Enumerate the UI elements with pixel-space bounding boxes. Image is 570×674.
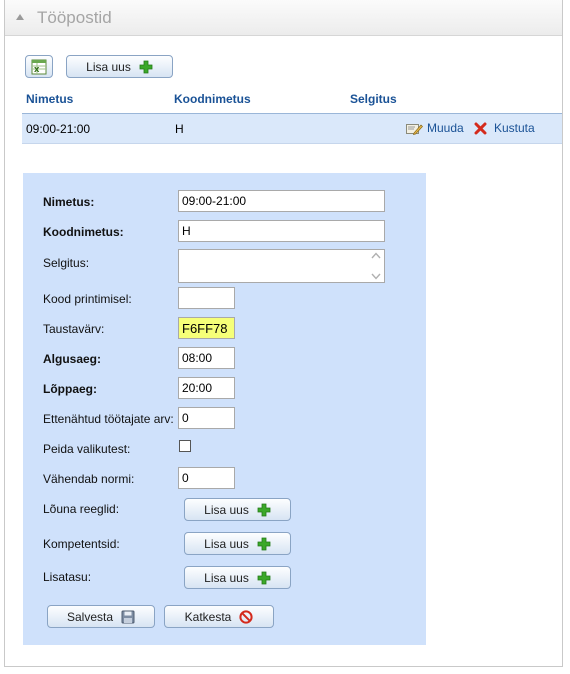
koodnimetus-input[interactable]: H: [178, 220, 385, 242]
cancel-icon: [239, 609, 253, 624]
peida-label: Peida valikutest:: [43, 442, 131, 456]
plus-icon: [257, 537, 271, 550]
taustavarv-label: Taustavärv:: [43, 322, 105, 336]
export-excel-button[interactable]: X: [25, 55, 53, 78]
kood-printimisel-label: Kood printimisel:: [43, 292, 132, 306]
nimetus-input[interactable]: 09:00-21:00: [178, 190, 385, 212]
loppaeg-label: Lõppaeg:: [43, 382, 97, 396]
save-button[interactable]: Salvesta: [47, 605, 155, 628]
loppaeg-input[interactable]: 20:00: [178, 377, 235, 399]
louna-label: Lõuna reeglid:: [43, 502, 120, 516]
collapse-triangle-icon[interactable]: [16, 14, 24, 20]
kompetentsid-label: Kompetentsid:: [43, 537, 120, 551]
louna-add-button[interactable]: Lisa uus: [184, 498, 291, 521]
table-row[interactable]: 09:00-21:00 H Muuda Kustuta: [22, 114, 562, 144]
plus-icon: [139, 60, 153, 73]
scroll-down-icon[interactable]: [371, 273, 381, 280]
delete-link[interactable]: Kustuta: [474, 121, 535, 135]
plus-icon: [257, 571, 271, 584]
cancel-button[interactable]: Katkesta: [164, 605, 274, 628]
lisatasu-add-button[interactable]: Lisa uus: [184, 566, 291, 589]
column-header-nimetus[interactable]: Nimetus: [26, 92, 73, 106]
column-header-selgitus[interactable]: Selgitus: [350, 92, 397, 106]
nimetus-label: Nimetus:: [43, 195, 95, 209]
vahendab-label: Vähendab normi:: [43, 472, 135, 486]
floppy-disk-icon: [121, 610, 135, 623]
save-label: Salvesta: [66, 609, 114, 624]
louna-add-label: Lisa uus: [204, 502, 249, 517]
svg-text:X: X: [34, 66, 40, 74]
vahendab-input[interactable]: 0: [178, 467, 235, 489]
ettenahtud-label: Ettenähtud töötajate arv:: [43, 412, 174, 426]
lisatasu-label: Lisatasu:: [43, 570, 92, 584]
edit-link[interactable]: Muuda: [406, 121, 464, 135]
koodnimetus-label: Koodnimetus:: [43, 225, 124, 239]
row-nimetus: 09:00-21:00: [26, 122, 91, 136]
edit-icon: [406, 123, 423, 135]
panel-title: Tööpostid: [37, 8, 112, 27]
kood-printimisel-input[interactable]: [178, 287, 235, 309]
selgitus-label: Selgitus:: [43, 256, 90, 270]
add-new-label: Lisa uus: [86, 59, 131, 74]
column-header-koodnimetus[interactable]: Koodnimetus: [174, 92, 251, 106]
edit-label: Muuda: [427, 121, 464, 135]
scroll-up-icon[interactable]: [371, 252, 381, 259]
excel-icon: X: [31, 59, 47, 74]
algusaeg-label: Algusaeg:: [43, 352, 102, 366]
delete-label: Kustuta: [494, 121, 535, 135]
textarea-scroll-arrows[interactable]: [371, 252, 381, 280]
ettenahtud-input[interactable]: 0: [178, 407, 235, 429]
taustavarv-input[interactable]: F6FF78: [178, 317, 235, 339]
cancel-label: Katkesta: [184, 609, 232, 624]
algusaeg-input[interactable]: 08:00: [178, 347, 235, 369]
selgitus-textarea[interactable]: [178, 249, 385, 283]
kompetentsid-add-label: Lisa uus: [204, 536, 249, 551]
peida-checkbox[interactable]: [179, 440, 191, 452]
delete-x-icon: [474, 122, 487, 134]
plus-icon: [257, 503, 271, 516]
kompetentsid-add-button[interactable]: Lisa uus: [184, 532, 291, 555]
edit-form: Nimetus: 09:00-21:00 Koodnimetus: H Selg…: [23, 173, 426, 645]
lisatasu-add-label: Lisa uus: [204, 570, 249, 585]
row-koodnimetus: H: [175, 122, 184, 136]
panel-header[interactable]: Tööpostid: [5, 0, 562, 36]
add-new-button[interactable]: Lisa uus: [66, 55, 173, 78]
